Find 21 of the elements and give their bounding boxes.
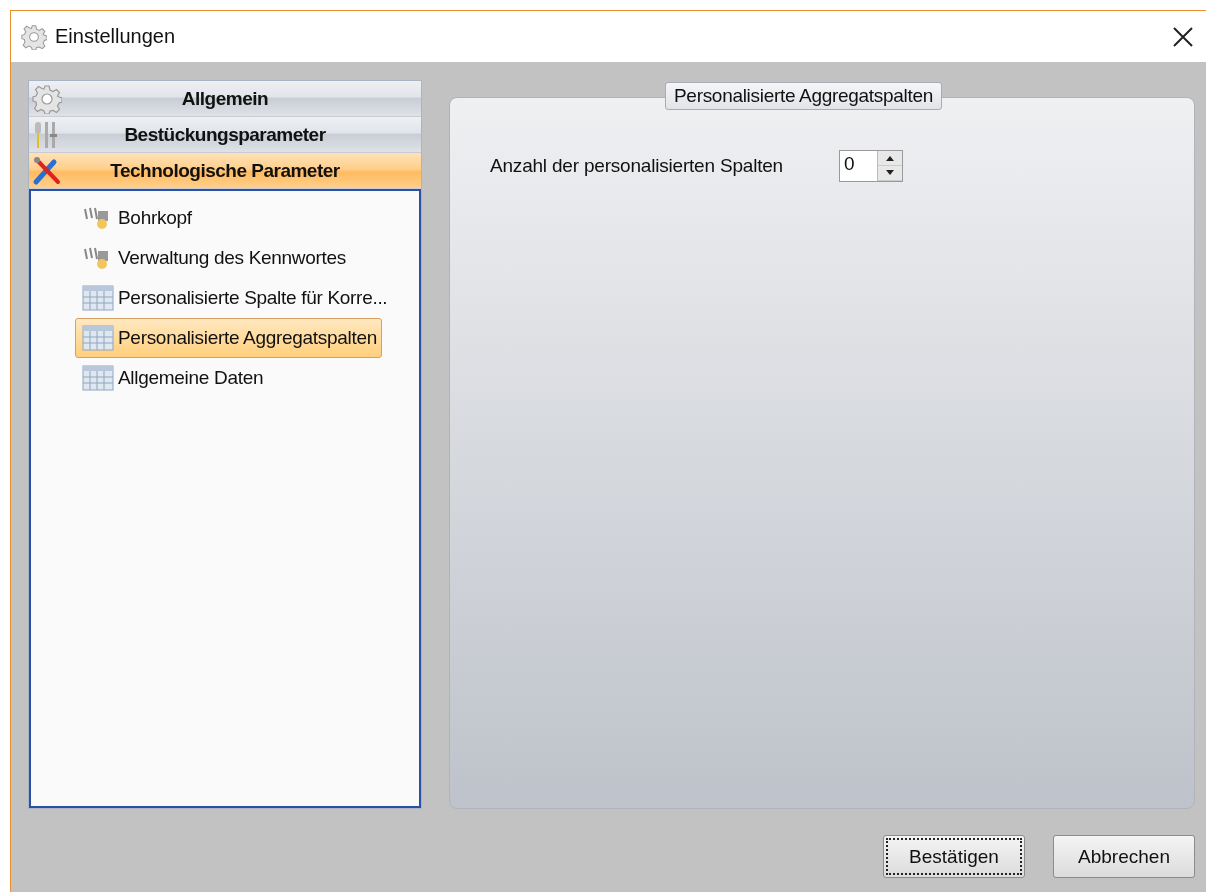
field-label: Anzahl der personalisierten Spalten — [490, 155, 783, 177]
section-header[interactable]: Bestückungsparameter — [29, 117, 421, 153]
table-icon — [82, 365, 114, 391]
tree-item[interactable]: Personalisierte Aggregatspalten — [75, 318, 382, 358]
section-header[interactable]: Allgemein — [29, 81, 421, 117]
tree-item[interactable]: Personalisierte Spalte für Korre... — [75, 278, 393, 318]
tree-item[interactable]: Allgemeine Daten — [75, 358, 269, 398]
tree-item[interactable]: Verwaltung des Kennwortes — [75, 238, 352, 278]
window-title: Einstellungen — [55, 25, 177, 48]
gear-icon — [32, 84, 62, 114]
gear-icon — [21, 23, 47, 50]
group-title: Personalisierte Aggregatspalten — [665, 82, 942, 110]
table-icon — [82, 285, 114, 311]
dialog-button[interactable]: Abbrechen — [1053, 835, 1195, 878]
dialog-button[interactable]: Bestätigen — [883, 835, 1025, 878]
number-spinner[interactable]: 0 — [838, 150, 903, 182]
tree-item[interactable]: Bohrkopf — [75, 198, 197, 238]
close-icon[interactable] — [1172, 25, 1194, 48]
table-icon — [82, 325, 114, 351]
wrench-screwdriver-icon — [32, 156, 62, 186]
section-header[interactable]: Technologische Parameter — [29, 153, 421, 189]
